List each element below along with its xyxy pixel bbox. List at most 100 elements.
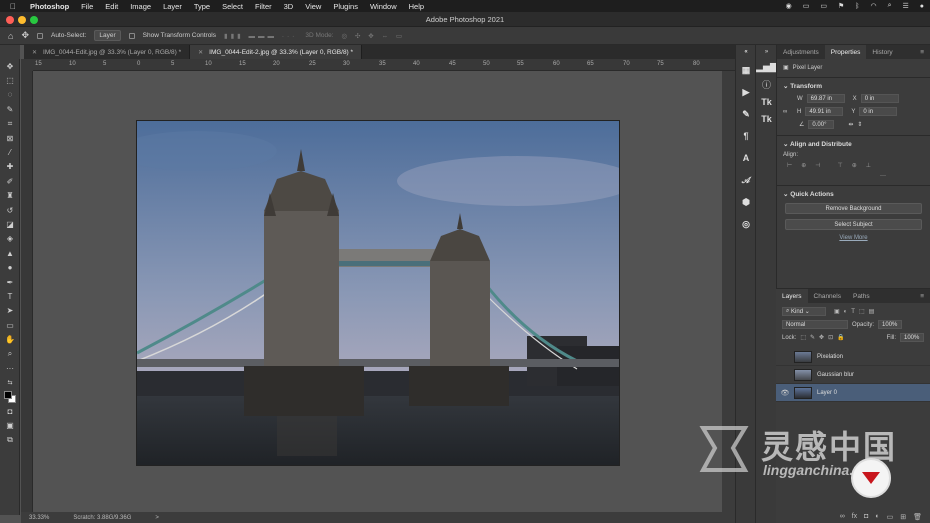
brush-settings-icon[interactable]: ✎ [736, 103, 756, 125]
flag-icon[interactable]: ⚑ [838, 2, 844, 10]
quick-actions-title[interactable]: ⌄ Quick Actions [777, 186, 930, 200]
width-field[interactable]: 69.87 in [806, 94, 845, 103]
view-more-link[interactable]: View More [777, 235, 930, 241]
menu-layer[interactable]: Layer [163, 2, 182, 11]
trash-icon[interactable]: 🗑 [913, 513, 922, 521]
height-field[interactable]: 49.91 in [805, 107, 844, 116]
marquee-tool-icon[interactable]: ⬚ [0, 73, 20, 87]
layer-row[interactable]: Pixelation [776, 348, 930, 366]
paint-bucket-tool-icon[interactable]: ◈ [0, 232, 20, 246]
display-icon[interactable]: ▭ [803, 2, 810, 10]
home-icon[interactable]: ⌂ [8, 31, 13, 41]
status-menu-arrow[interactable]: > [155, 515, 159, 521]
frame-tool-icon[interactable]: ⊠ [0, 131, 20, 145]
screen-mode-icon[interactable]: ▣ [0, 419, 20, 433]
auto-select-checkbox[interactable] [36, 32, 43, 39]
transform-title[interactable]: ⌄ Transform [777, 78, 930, 92]
brush-tool-icon[interactable]: ✐ [0, 174, 20, 188]
menu-filter[interactable]: Filter [255, 2, 272, 11]
search-icon[interactable]: ⌕ [888, 2, 892, 10]
lasso-tool-icon[interactable]: ◌ [0, 88, 20, 102]
flip-horizontal-icon[interactable]: ⇹ [848, 121, 853, 128]
move-tool-icon[interactable]: ✥ [21, 30, 29, 41]
character-icon[interactable]: A [736, 147, 756, 169]
eye-icon[interactable]: 👁 [776, 389, 794, 397]
tab-adjustments[interactable]: Adjustments [777, 45, 825, 59]
fill-field[interactable]: 100% [900, 333, 924, 342]
move-tool-icon[interactable]: ✥ [0, 59, 20, 73]
dodge-tool-icon[interactable]: ● [0, 260, 20, 274]
align-more-icon[interactable]: ··· [777, 171, 930, 181]
auto-select-dropdown[interactable]: Layer [94, 30, 121, 41]
layer-name[interactable]: Pixelation [817, 354, 843, 360]
navigator-icon[interactable]: ◎ [736, 213, 756, 235]
3d-icon[interactable]: ⬢ [736, 191, 756, 213]
eyedropper-tool-icon[interactable]: ⁄ [0, 145, 20, 159]
align-title[interactable]: ⌄ Align and Distribute [777, 136, 930, 150]
select-subject-button[interactable]: Select Subject [785, 219, 922, 230]
quick-mask-icon[interactable]: ◘ [0, 404, 20, 418]
actions-play-icon[interactable]: ▶ [736, 81, 756, 103]
vertical-ruler[interactable] [21, 71, 33, 512]
chain-link-icon[interactable]: ∞ [783, 109, 793, 115]
close-tab-icon[interactable]: ✕ [32, 49, 37, 56]
bluetooth-icon[interactable]: ᛒ [855, 3, 859, 10]
horizontal-ruler[interactable]: 15 10 5 0 5 10 15 20 25 30 35 40 45 50 5… [33, 59, 735, 71]
layer-name[interactable]: Layer 0 [817, 390, 837, 396]
lock-icons[interactable]: ⬚✎✥⊡🔒 [800, 334, 848, 341]
clone-stamp-tool-icon[interactable]: ♜ [0, 189, 20, 203]
layer-row-selected[interactable]: 👁 Layer 0 [776, 384, 930, 402]
align-middle-v-icon[interactable]: ⊕ [852, 162, 857, 169]
panel-menu-icon[interactable]: ≡ [914, 45, 930, 59]
align-options-icon[interactable]: ▮▮▮ ▬▬▬ ··· [224, 32, 297, 40]
align-bottom-icon[interactable]: ⊥ [866, 162, 871, 169]
collapse-arrow-icon[interactable]: « [736, 45, 756, 59]
menu-view[interactable]: View [305, 2, 321, 11]
align-top-icon[interactable]: ⊤ [838, 162, 843, 169]
remove-background-button[interactable]: Remove Background [785, 203, 922, 214]
align-left-icon[interactable]: ⊢ [787, 162, 792, 169]
adjustment-layer-icon[interactable]: ◐ [875, 513, 879, 521]
path-selection-tool-icon[interactable]: ➤ [0, 304, 20, 318]
tab-paths[interactable]: Paths [847, 289, 876, 303]
tab-layers[interactable]: Layers [776, 289, 808, 303]
more-tools-icon[interactable]: ··· [0, 361, 20, 375]
y-field[interactable]: 0 in [859, 107, 898, 116]
color-swatches[interactable] [0, 390, 20, 404]
menu-type[interactable]: Type [194, 2, 210, 11]
paragraph-styles-icon[interactable]: Tk [756, 110, 777, 127]
document-tab[interactable]: ✕ IMG_0044-Edit.jpg @ 33.3% (Layer 0, RG… [24, 45, 191, 59]
blur-tool-icon[interactable]: ▲ [0, 246, 20, 260]
type-tool-icon[interactable]: T [0, 289, 20, 303]
control-center-icon[interactable]: ☰ [902, 2, 908, 10]
new-group-icon[interactable]: ▭ [887, 513, 894, 521]
tab-channels[interactable]: Channels [808, 289, 847, 303]
history-brush-tool-icon[interactable]: ↺ [0, 203, 20, 217]
menu-3d[interactable]: 3D [284, 2, 294, 11]
wifi-icon[interactable]: ◠ [870, 2, 876, 10]
3d-tools-icon[interactable]: ◎ ✣ ✥ ⇔ ▭ [342, 32, 405, 40]
hand-tool-icon[interactable]: ✋ [0, 332, 20, 346]
swap-colors-icon[interactable]: ⇆ [0, 376, 20, 390]
apple-icon[interactable]:  [10, 2, 20, 11]
artboard-icon[interactable]: ⧉ [0, 433, 20, 447]
layer-row[interactable]: Gaussian blur [776, 366, 930, 384]
align-center-h-icon[interactable]: ⊕ [801, 162, 806, 169]
crop-tool-icon[interactable]: ⌗ [0, 117, 20, 131]
tower-bridge-photo[interactable] [136, 120, 620, 466]
collapse-arrow-icon[interactable]: » [756, 45, 777, 59]
healing-brush-tool-icon[interactable]: ✚ [0, 160, 20, 174]
zoom-level[interactable]: 33.33% [29, 515, 49, 521]
document-tab-active[interactable]: ✕ IMG_0044-Edit-2.jpg @ 33.3% (Layer 0, … [190, 45, 363, 59]
layer-name[interactable]: Gaussian blur [817, 372, 854, 378]
menu-image[interactable]: Image [130, 2, 151, 11]
rectangle-tool-icon[interactable]: ▭ [0, 318, 20, 332]
tab-properties[interactable]: Properties [824, 45, 867, 59]
blend-mode-dropdown[interactable]: Normal [782, 320, 848, 329]
info-icon[interactable]: ⓘ [756, 76, 777, 93]
close-tab-icon[interactable]: ✕ [198, 49, 203, 56]
menu-select[interactable]: Select [222, 2, 243, 11]
layers-menu-icon[interactable]: ≡ [914, 289, 930, 303]
angle-field[interactable]: 0.00° [808, 120, 835, 129]
menu-help[interactable]: Help [409, 2, 424, 11]
